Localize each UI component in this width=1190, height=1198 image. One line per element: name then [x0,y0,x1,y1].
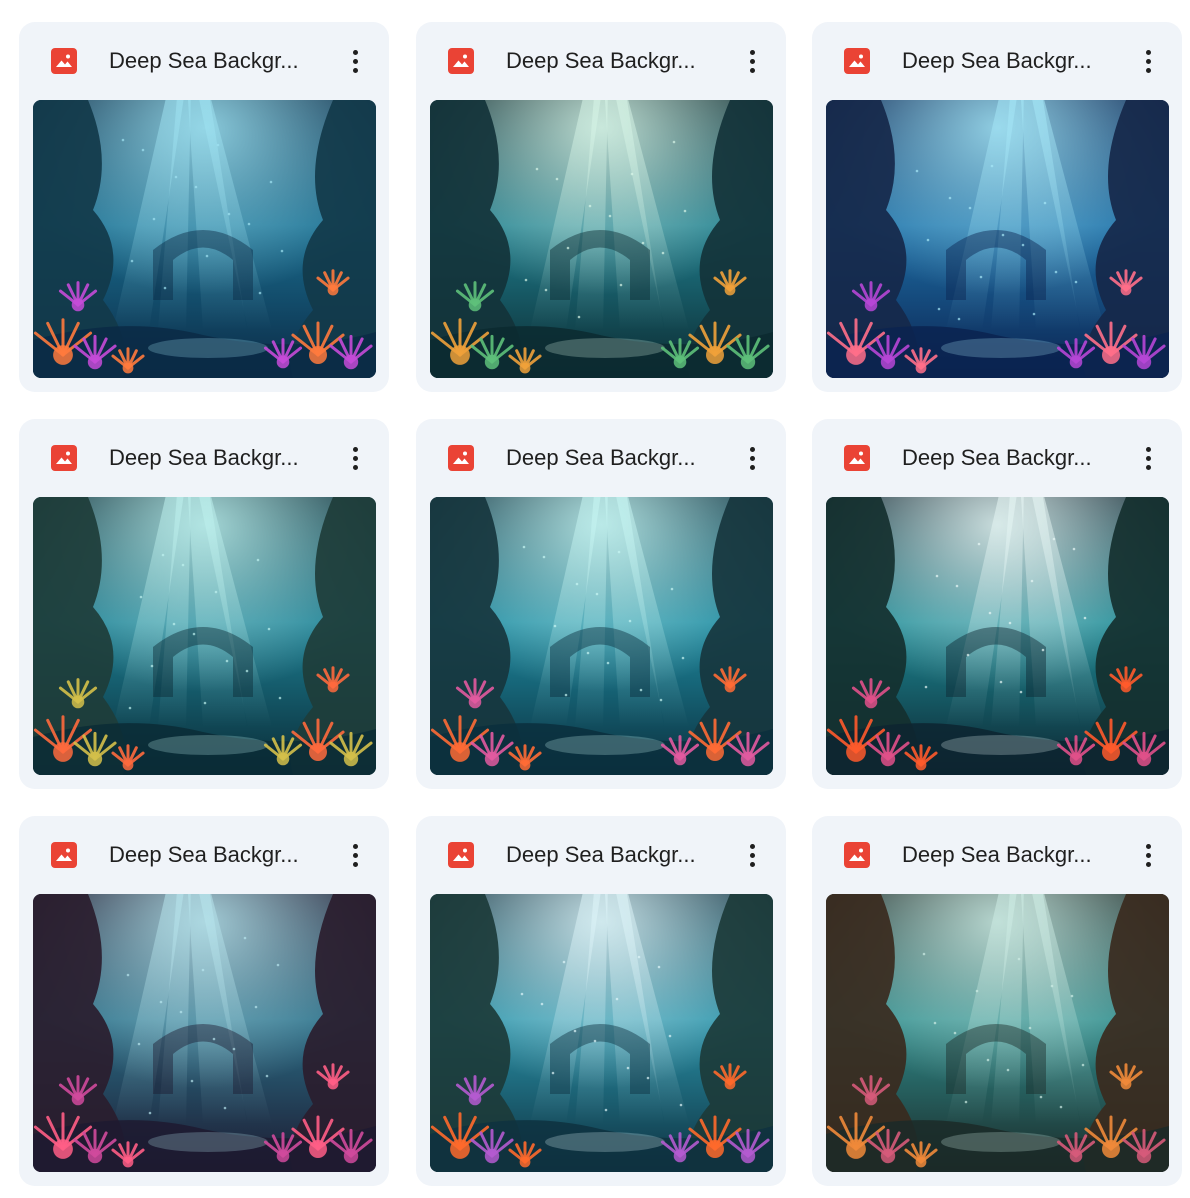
more-dot [352,464,358,470]
underwater-scene-image [826,497,1169,775]
more-actions-button[interactable] [335,835,375,875]
more-dot [749,58,755,64]
more-actions-button[interactable] [732,835,772,875]
more-actions-button[interactable] [335,41,375,81]
more-dot [749,843,755,849]
file-thumbnail[interactable] [826,497,1169,775]
underwater-scene-image [33,497,376,775]
file-card[interactable]: Deep Sea Backgr... [416,419,786,789]
image-file-icon [448,842,474,868]
file-thumbnail[interactable] [430,497,773,775]
more-dot [749,861,755,867]
file-thumbnail[interactable] [33,894,376,1172]
underwater-scene-image [430,100,773,378]
more-actions-button[interactable] [335,438,375,478]
more-actions-button[interactable] [732,41,772,81]
file-thumbnail[interactable] [430,894,773,1172]
more-dot [352,446,358,452]
more-dot [749,49,755,55]
file-title[interactable]: Deep Sea Backgr... [902,840,1102,870]
more-dot [749,852,755,858]
file-card-header: Deep Sea Backgr... [812,22,1182,100]
more-dot [749,446,755,452]
underwater-scene-image [33,100,376,378]
file-card[interactable]: Deep Sea Backgr... [812,816,1182,1186]
file-card-header: Deep Sea Backgr... [19,22,389,100]
file-card-header: Deep Sea Backgr... [416,22,786,100]
file-thumbnail[interactable] [826,894,1169,1172]
more-actions-button[interactable] [732,438,772,478]
file-title[interactable]: Deep Sea Backgr... [109,840,309,870]
image-file-icon [51,48,77,74]
image-file-icon [51,445,77,471]
more-dot [352,67,358,73]
more-actions-button[interactable] [1128,835,1168,875]
file-title[interactable]: Deep Sea Backgr... [506,840,706,870]
more-dot [1145,464,1151,470]
image-file-icon [844,842,870,868]
more-dot [1145,843,1151,849]
more-dot [352,843,358,849]
file-card[interactable]: Deep Sea Backgr... [19,419,389,789]
file-card[interactable]: Deep Sea Backgr... [416,816,786,1186]
more-actions-button[interactable] [1128,438,1168,478]
image-file-icon [51,842,77,868]
more-dot [352,58,358,64]
more-dot [749,455,755,461]
file-card-header: Deep Sea Backgr... [812,419,1182,497]
more-dot [749,464,755,470]
more-dot [749,67,755,73]
more-dot [1145,67,1151,73]
image-file-icon [844,445,870,471]
file-thumbnail[interactable] [33,497,376,775]
file-card[interactable]: Deep Sea Backgr... [812,22,1182,392]
more-dot [1145,446,1151,452]
more-dot [352,49,358,55]
file-title[interactable]: Deep Sea Backgr... [109,443,309,473]
file-card[interactable]: Deep Sea Backgr... [19,816,389,1186]
file-title[interactable]: Deep Sea Backgr... [109,46,309,76]
file-thumbnail[interactable] [33,100,376,378]
file-card-header: Deep Sea Backgr... [416,816,786,894]
file-card-header: Deep Sea Backgr... [19,816,389,894]
underwater-scene-image [33,894,376,1172]
more-dot [352,861,358,867]
file-card-header: Deep Sea Backgr... [416,419,786,497]
underwater-scene-image [826,894,1169,1172]
file-card[interactable]: Deep Sea Backgr... [812,419,1182,789]
file-card[interactable]: Deep Sea Backgr... [416,22,786,392]
file-card-header: Deep Sea Backgr... [812,816,1182,894]
file-title[interactable]: Deep Sea Backgr... [506,443,706,473]
more-dot [352,455,358,461]
underwater-scene-image [430,894,773,1172]
more-dot [352,852,358,858]
image-file-icon [448,48,474,74]
image-file-icon [844,48,870,74]
file-thumbnail[interactable] [430,100,773,378]
file-thumbnail[interactable] [826,100,1169,378]
more-dot [1145,455,1151,461]
underwater-scene-image [430,497,773,775]
more-dot [1145,49,1151,55]
file-title[interactable]: Deep Sea Backgr... [902,443,1102,473]
file-title[interactable]: Deep Sea Backgr... [902,46,1102,76]
image-file-icon [448,445,474,471]
more-actions-button[interactable] [1128,41,1168,81]
more-dot [1145,861,1151,867]
file-title[interactable]: Deep Sea Backgr... [506,46,706,76]
underwater-scene-image [826,100,1169,378]
file-card-header: Deep Sea Backgr... [19,419,389,497]
file-grid: Deep Sea Backgr... Deep Sea Backgr... De… [0,0,1190,1198]
more-dot [1145,58,1151,64]
file-card[interactable]: Deep Sea Backgr... [19,22,389,392]
more-dot [1145,852,1151,858]
